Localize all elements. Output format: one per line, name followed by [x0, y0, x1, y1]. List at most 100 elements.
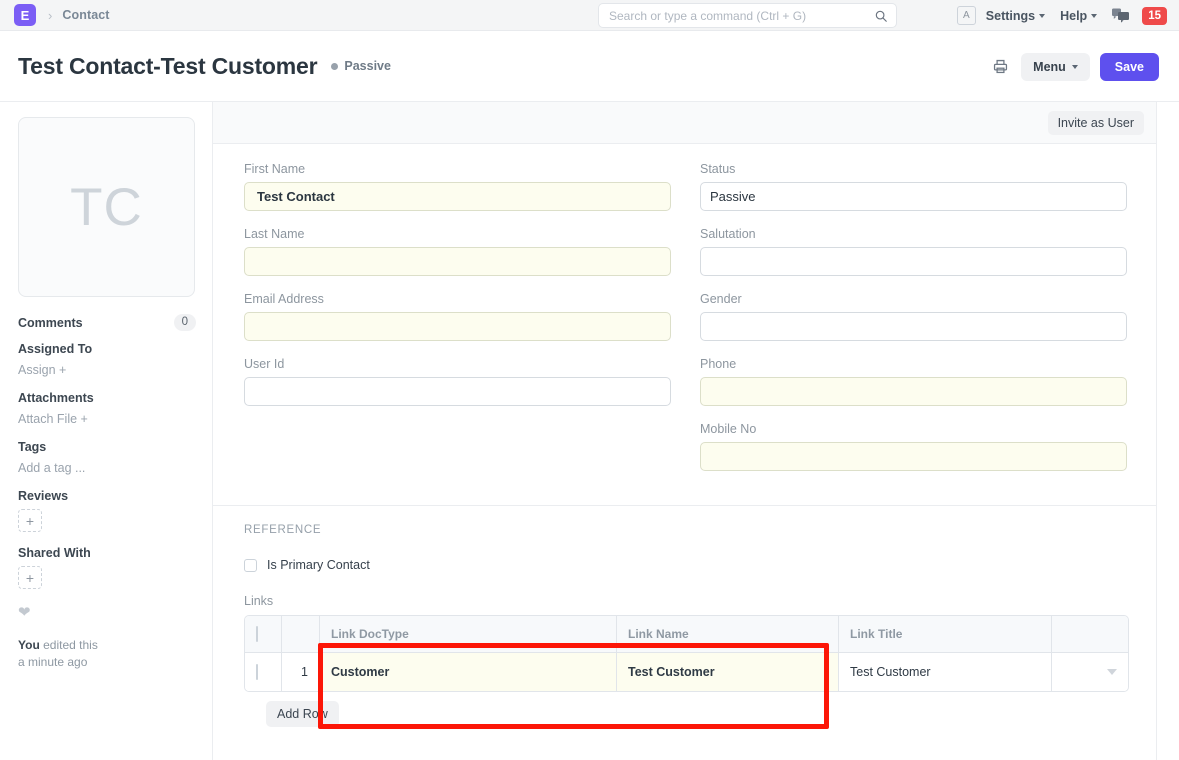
- field-label: Last Name: [244, 227, 671, 241]
- global-search[interactable]: [598, 3, 897, 28]
- field-label: User Id: [244, 357, 671, 371]
- nav-help[interactable]: Help: [1060, 9, 1097, 23]
- navbar-right-group: A Settings Help 15: [957, 0, 1167, 31]
- input-last-name[interactable]: [244, 247, 671, 276]
- attachments-label: Attachments: [18, 391, 196, 405]
- page-body: TC Comments 0 Assigned To Assign + Attac…: [0, 102, 1179, 760]
- user-avatar[interactable]: A: [957, 6, 976, 25]
- grid-header-link-name[interactable]: Link Name: [617, 616, 839, 653]
- sidebar-section-reviews: Reviews +: [18, 489, 196, 532]
- links-label: Links: [244, 594, 1125, 608]
- main-content: Invite as User First Name Last Name Email …: [212, 102, 1157, 760]
- select-all-checkbox[interactable]: [256, 626, 258, 642]
- grid-header-link-doctype[interactable]: Link DocType: [320, 616, 617, 653]
- chevron-down-icon: [1072, 65, 1078, 69]
- top-navbar: E › Contact A Settings Help: [0, 0, 1179, 31]
- like-heart-icon[interactable]: ❤: [18, 603, 196, 621]
- input-user-id[interactable]: [244, 377, 671, 406]
- grid-header-link-title[interactable]: Link Title: [839, 616, 1052, 653]
- input-status[interactable]: [700, 182, 1127, 211]
- attach-file-link[interactable]: Attach File +: [18, 412, 196, 426]
- grid-header-index: [282, 616, 320, 653]
- cell-link-doctype[interactable]: Customer: [320, 653, 617, 691]
- input-email-address[interactable]: [244, 312, 671, 341]
- page-title: Test Contact-Test Customer: [18, 53, 317, 80]
- invite-as-user-button[interactable]: Invite as User: [1048, 111, 1144, 135]
- sidebar-section-shared: Shared With +: [18, 546, 196, 589]
- status-label: Passive: [344, 59, 391, 73]
- menu-button[interactable]: Menu: [1021, 53, 1090, 81]
- field-status: Status: [700, 162, 1127, 211]
- nav-help-label: Help: [1060, 9, 1087, 23]
- table-row[interactable]: 1CustomerTest CustomerTest Customer: [245, 653, 1128, 691]
- sidebar-section-attachments: Attachments Attach File +: [18, 391, 196, 426]
- field-label: Gender: [700, 292, 1127, 306]
- cell-link-title[interactable]: Test Customer: [839, 653, 1052, 691]
- tags-label: Tags: [18, 440, 196, 454]
- grid-header-actions: [1052, 616, 1128, 653]
- assign-link[interactable]: Assign +: [18, 363, 196, 377]
- last-edited-note: You edited this a minute ago: [18, 637, 196, 671]
- print-icon[interactable]: [989, 56, 1011, 78]
- grid-header-select: [245, 616, 282, 653]
- breadcrumb-contact[interactable]: Contact: [62, 8, 109, 22]
- input-mobile-no[interactable]: [700, 442, 1127, 471]
- content-toolbar: Invite as User: [213, 102, 1156, 144]
- add-tag-link[interactable]: Add a tag ...: [18, 461, 196, 475]
- field-email-address: Email Address: [244, 292, 671, 341]
- column-spacer: [244, 422, 671, 491]
- is-primary-contact-row[interactable]: Is Primary Contact: [244, 558, 1125, 572]
- row-checkbox[interactable]: [256, 664, 258, 680]
- avatar-initials: TC: [70, 177, 143, 238]
- add-shared-button[interactable]: +: [18, 566, 42, 589]
- breadcrumb-chevron-icon: ›: [48, 8, 52, 23]
- notification-badge[interactable]: 15: [1142, 7, 1167, 25]
- save-button[interactable]: Save: [1100, 53, 1159, 81]
- row-actions-cell[interactable]: [1052, 653, 1128, 691]
- contact-details-form: First NameLast NameEmail AddressUser Id …: [213, 144, 1156, 505]
- search-icon[interactable]: [874, 9, 888, 23]
- input-first-name[interactable]: [244, 182, 671, 211]
- field-mobile-no: Mobile No: [700, 422, 1127, 471]
- field-label: Salutation: [700, 227, 1127, 241]
- contact-avatar[interactable]: TC: [18, 117, 195, 297]
- is-primary-contact-checkbox[interactable]: [244, 559, 257, 572]
- nav-settings[interactable]: Settings: [986, 9, 1045, 23]
- search-input[interactable]: [609, 9, 874, 23]
- shared-with-label: Shared With: [18, 546, 196, 560]
- cell-link-name[interactable]: Test Customer: [617, 653, 839, 691]
- field-label: First Name: [244, 162, 671, 176]
- input-salutation[interactable]: [700, 247, 1127, 276]
- nav-settings-label: Settings: [986, 9, 1035, 23]
- reference-caption: REFERENCE: [244, 524, 1125, 536]
- menu-button-label: Menu: [1033, 60, 1066, 74]
- sidebar-section-comments: Comments 0: [18, 314, 196, 331]
- reference-section: REFERENCE Is Primary Contact Links Link …: [213, 506, 1156, 727]
- row-expand-button[interactable]: [1063, 669, 1117, 675]
- chevron-down-icon: [1091, 14, 1097, 18]
- is-primary-contact-label: Is Primary Contact: [267, 558, 370, 572]
- add-row-button[interactable]: Add Row: [266, 701, 339, 727]
- status-badge: Passive: [331, 59, 391, 73]
- page-root: E › Contact A Settings Help: [0, 0, 1179, 760]
- chevron-down-icon: [1039, 14, 1045, 18]
- app-logo[interactable]: E: [14, 4, 36, 26]
- assigned-to-label: Assigned To: [18, 342, 196, 356]
- add-review-button[interactable]: +: [18, 509, 42, 532]
- input-gender[interactable]: [700, 312, 1127, 341]
- header-actions: Menu Save: [989, 31, 1159, 102]
- reviews-label: Reviews: [18, 489, 196, 503]
- field-label: Mobile No: [700, 422, 1127, 436]
- field-label: Status: [700, 162, 1127, 176]
- sidebar-section-assigned: Assigned To Assign +: [18, 342, 196, 377]
- comments-label: Comments: [18, 316, 83, 330]
- field-salutation: Salutation: [700, 227, 1127, 276]
- chevron-down-icon: [1107, 669, 1117, 675]
- field-gender: Gender: [700, 292, 1127, 341]
- field-phone: Phone: [700, 357, 1127, 406]
- input-phone[interactable]: [700, 377, 1127, 406]
- row-select-cell[interactable]: [245, 653, 282, 691]
- field-user-id: User Id: [244, 357, 671, 406]
- chat-icon[interactable]: [1112, 8, 1129, 23]
- row-index-cell: 1: [282, 653, 320, 691]
